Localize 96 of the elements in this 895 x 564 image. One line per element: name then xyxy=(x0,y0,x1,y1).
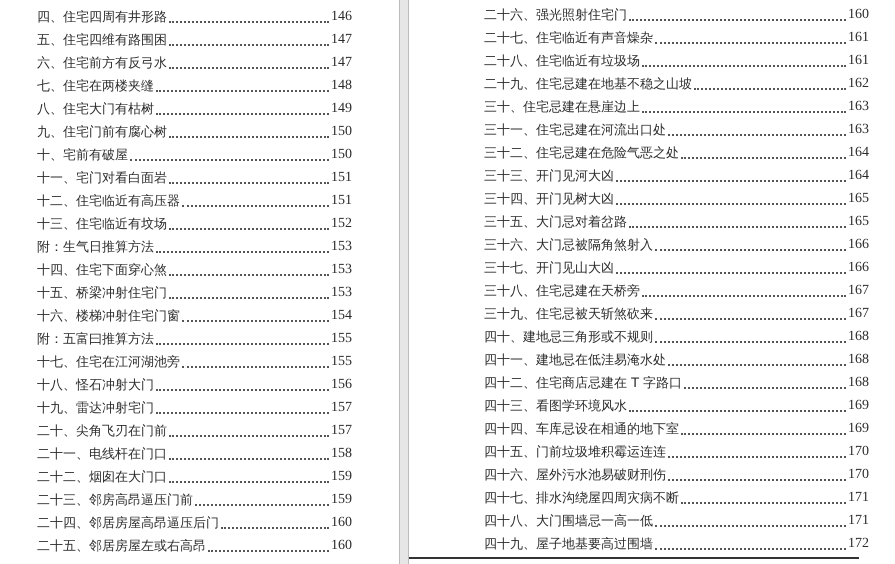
toc-entry-title: 附：五富曰推算方法 xyxy=(37,330,154,348)
toc-page-number: 159 xyxy=(331,491,352,509)
toc-page-number: 153 xyxy=(331,238,352,256)
toc-page-number: 170 xyxy=(848,466,869,484)
toc-entry-title: 四十一、建地忌在低洼易淹水处 xyxy=(484,352,666,370)
toc-entry-title: 四十三、看图学环境风水 xyxy=(484,398,627,416)
toc-entry-title: 十、宅前有破屋 xyxy=(37,146,128,164)
toc-page-number: 171 xyxy=(848,489,869,507)
toc-page-number: 150 xyxy=(331,146,352,164)
toc-page-number: 170 xyxy=(848,443,869,461)
toc-entry-title: 三十、住宅忌建在悬崖边上 xyxy=(484,98,640,116)
toc-page-number: 167 xyxy=(848,282,869,300)
toc-entry-title: 二十六、强光照射住宅门 xyxy=(484,6,627,24)
toc-entry-title: 三十五、大门忌对着岔路 xyxy=(484,214,627,232)
toc-page-number: 147 xyxy=(331,31,352,49)
toc-page-number: 168 xyxy=(848,351,869,369)
toc-entry-title: 三十八、住宅忌建在天桥旁 xyxy=(484,282,640,300)
toc-entry-title: 二十二、烟囱在大门口 xyxy=(37,468,167,486)
toc-entry-title: 十四、住宅下面穿心煞 xyxy=(37,262,167,280)
toc-page-number: 172 xyxy=(848,535,869,553)
toc-page-number: 155 xyxy=(331,353,352,371)
toc-page-number: 169 xyxy=(848,420,869,438)
toc-page-number: 153 xyxy=(331,261,352,279)
toc-page-number: 165 xyxy=(848,213,869,231)
toc-entry-title: 附：生气日推算方法 xyxy=(37,238,154,256)
toc-page-number: 162 xyxy=(848,75,869,93)
toc-page-number: 150 xyxy=(331,123,352,141)
toc-entry-title: 十一、宅门对看白面岩 xyxy=(37,170,167,188)
toc-entry-title: 二十四、邻居房屋高昂逼压后门 xyxy=(37,514,219,532)
toc-page-number: 163 xyxy=(848,98,869,116)
toc-entry-title: 二十一、电线杆在门口 xyxy=(37,446,167,464)
toc-entry-title: 四十七、排水沟绕屋四周灾病不断 xyxy=(484,490,679,508)
toc-entry-title: 四十六、屋外污水池易破财刑伤 xyxy=(484,466,666,484)
toc-entry-title: 二十五、邻居房屋左或右高昂 xyxy=(37,538,206,556)
toc-page-number: 148 xyxy=(331,77,352,95)
toc-entry-title: 四十四、车库忌设在相通的地下室 xyxy=(484,420,679,438)
toc-entry-title: 八、住宅大门有枯树 xyxy=(37,100,154,118)
toc-entry-title: 四十二、住宅商店忌建在 T 字路口 xyxy=(484,374,682,392)
toc-entry-title: 二十七、住宅临近有声音燥杂 xyxy=(484,30,653,48)
toc-page-number: 160 xyxy=(331,514,352,532)
toc-page-number: 160 xyxy=(848,6,869,24)
toc-page-number: 168 xyxy=(848,374,869,392)
toc-page-number: 154 xyxy=(331,307,352,325)
toc-entry-title: 三十二、住宅忌建在危险气恶之处 xyxy=(484,144,679,162)
toc-entry-title: 五、住宅四维有路围困 xyxy=(37,32,167,50)
toc-page-number: 164 xyxy=(848,167,869,185)
toc-page-number: 151 xyxy=(331,192,352,210)
toc-entry-title: 九、住宅门前有腐心树 xyxy=(37,124,167,142)
toc-page-number: 157 xyxy=(331,422,352,440)
toc-page-number: 157 xyxy=(331,399,352,417)
toc-page-number: 146 xyxy=(331,8,352,26)
toc-entry-title: 四十、建地忌三角形或不规则 xyxy=(484,328,653,346)
toc-entry-title: 三十一、住宅忌建在河流出口处 xyxy=(484,122,666,140)
toc-page-number: 164 xyxy=(848,144,869,162)
toc-entry-title: 十八、怪石冲射大门 xyxy=(37,376,154,394)
toc-page-number: 151 xyxy=(331,169,352,187)
toc-entry-title: 三十六、大门忌被隔角煞射入 xyxy=(484,236,653,254)
toc-entry-title: 三十九、住宅忌被天斩煞砍来 xyxy=(484,306,653,324)
toc-entry-title: 十七、住宅在江河湖池旁 xyxy=(37,354,180,372)
toc-entry-title: 四十九、屋子地基要高过围墙 xyxy=(484,536,653,554)
toc-page-number: 158 xyxy=(331,445,352,463)
toc-entry-title: 十六、楼梯冲射住宅门窗 xyxy=(37,308,180,326)
toc-page-number: 165 xyxy=(848,190,869,208)
toc-entry-title: 十五、桥梁冲射住宅门 xyxy=(37,284,167,302)
toc-page-number: 159 xyxy=(331,468,352,486)
toc-page-number: 171 xyxy=(848,512,869,530)
toc-entry-title: 六、住宅前方有反弓水 xyxy=(37,54,167,72)
toc-entry-title: 三十七、开门见山大凶 xyxy=(484,260,614,278)
toc-entry-title: 四、住宅四周有井形路 xyxy=(37,8,167,26)
toc-entry-title: 二十九、住宅忌建在地基不稳之山坡 xyxy=(484,76,692,94)
toc-entry-title: 七、住宅在两楼夹缝 xyxy=(37,78,154,96)
toc-entry-title: 十九、雷达冲射宅门 xyxy=(37,400,154,418)
toc-entry-title: 十二、住宅临近有高压器 xyxy=(37,192,180,210)
toc-entry-title: 三十三、开门见河大凶 xyxy=(484,168,614,186)
toc-page-number: 168 xyxy=(848,328,869,346)
toc-entry-title: 四十八、大门围墙忌一高一低 xyxy=(484,512,653,530)
toc-page-number: 161 xyxy=(848,29,869,47)
toc-page-number: 156 xyxy=(331,376,352,394)
toc-page-number: 149 xyxy=(331,100,352,118)
toc-page-number: 166 xyxy=(848,236,869,254)
toc-page-number: 169 xyxy=(848,397,869,415)
toc-entry-title: 二十、尖角飞刃在门前 xyxy=(37,422,167,440)
toc-entry-title: 十三、住宅临近有坟场 xyxy=(37,216,167,234)
toc-page-number: 167 xyxy=(848,305,869,323)
toc-entry-title: 四十五、门前垃圾堆积霉运连连 xyxy=(484,444,666,462)
toc-page-number: 153 xyxy=(331,284,352,302)
toc-page-number: 163 xyxy=(848,121,869,139)
toc-entry-title: 二十八、住宅临近有垃圾场 xyxy=(484,52,640,70)
toc-page-number: 147 xyxy=(331,54,352,72)
toc-page-number: 161 xyxy=(848,52,869,70)
toc-entry-title: 三十四、开门见树大凶 xyxy=(484,190,614,208)
toc-page-number: 152 xyxy=(331,215,352,233)
toc-entry-title: 二十三、邻房高昂逼压门前 xyxy=(37,492,193,510)
toc-page-number: 155 xyxy=(331,330,352,348)
toc-page-number: 160 xyxy=(331,537,352,555)
toc-page-number: 166 xyxy=(848,259,869,277)
